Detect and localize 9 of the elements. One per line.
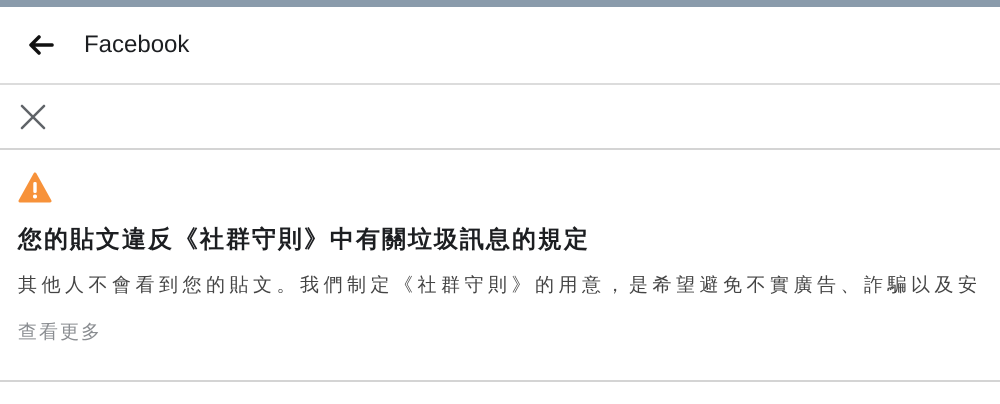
back-button[interactable] bbox=[28, 35, 54, 55]
notice-text: 其他人不會看到您的貼文。我們制定《社群守則》的用意，是希望避免不實廣告、詐騙以及安 bbox=[18, 273, 982, 298]
page-title: Facebook bbox=[84, 30, 190, 60]
back-arrow-icon bbox=[28, 35, 54, 55]
close-button[interactable] bbox=[20, 104, 46, 130]
warning-icon bbox=[18, 172, 52, 203]
see-more-link[interactable]: 查看更多 bbox=[18, 318, 102, 346]
close-icon bbox=[20, 104, 46, 130]
notice-heading: 您的貼文違反《社群守則》中有關垃圾訊息的規定 bbox=[18, 224, 591, 255]
